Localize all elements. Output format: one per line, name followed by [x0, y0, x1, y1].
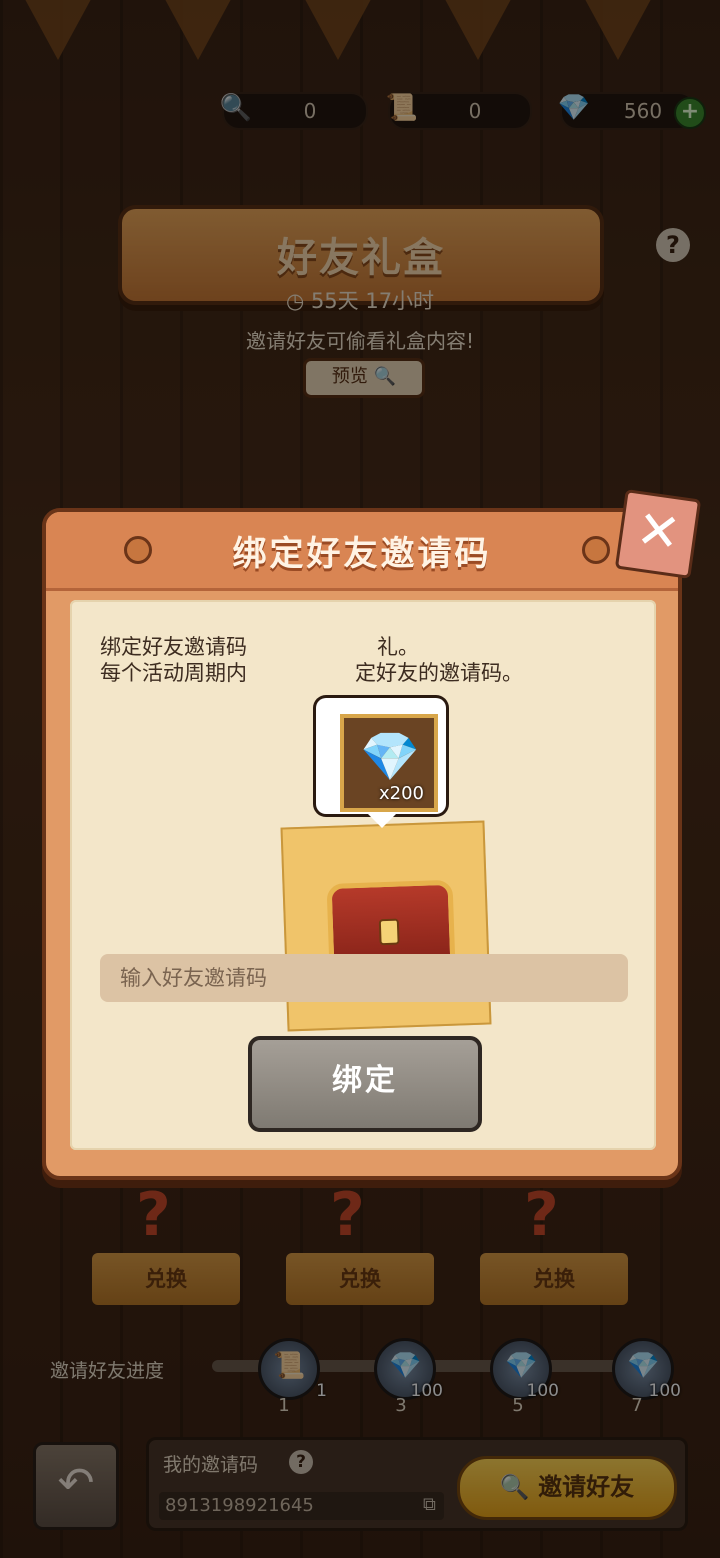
close-button[interactable]: ✕ — [614, 489, 702, 579]
invite-code-input[interactable] — [100, 954, 628, 1002]
dialog-body: 绑定好友邀请码礼。 每个活动周期内定好友的邀请码。 💎 x200 绑定 — [70, 600, 656, 1150]
reward-item-slot: 💎 x200 — [340, 714, 438, 812]
diamond-icon: 💎 — [360, 729, 420, 785]
bind-invite-code-dialog: 绑定好友邀请码 绑定好友邀请码 礼。 每个活动周期内 定好友的邀请码。 💎 x200… — [42, 508, 682, 1180]
screw-icon — [582, 536, 610, 564]
lock-icon — [378, 918, 400, 946]
bind-button[interactable]: 绑定 — [248, 1036, 482, 1132]
dialog-description: 绑定好友邀请码 礼。 每个活动周期内 定好友的邀请码。 — [100, 635, 523, 685]
reward-tooltip: 💎 x200 — [316, 698, 446, 828]
dialog-header: 绑定好友邀请码 — [46, 512, 678, 591]
reward-count: x200 — [378, 783, 424, 804]
